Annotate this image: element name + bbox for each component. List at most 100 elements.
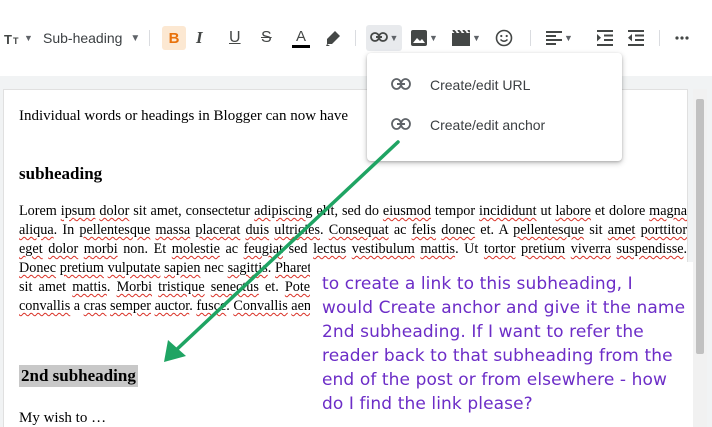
misspelled-word: lectus bbox=[313, 241, 347, 257]
link-button[interactable]: ▼ bbox=[366, 25, 402, 51]
outdent-icon bbox=[628, 30, 644, 46]
misspelled-word: massa bbox=[155, 222, 191, 238]
annotation-callout: to create a link to this subheading, I w… bbox=[310, 262, 693, 427]
image-button[interactable]: ▼ bbox=[411, 24, 438, 52]
toolbar-divider bbox=[530, 30, 531, 46]
indent-icon bbox=[597, 30, 613, 46]
misspelled-word: mattis bbox=[72, 279, 107, 295]
misspelled-word: mattis bbox=[420, 241, 456, 257]
more-icon bbox=[675, 36, 689, 40]
indent-button[interactable] bbox=[597, 24, 613, 52]
misspelled-word: sapien bbox=[164, 260, 201, 276]
video-button[interactable]: ▼ bbox=[452, 24, 481, 52]
toolbar-divider bbox=[355, 30, 356, 46]
misspelled-word: felis bbox=[411, 222, 437, 238]
menu-item-create-edit-url[interactable]: Create/edit URL bbox=[367, 65, 622, 105]
misspelled-word: eiusmod bbox=[382, 203, 431, 219]
underline-icon: U bbox=[229, 29, 241, 46]
misspelled-word: pretium bbox=[521, 241, 566, 257]
misspelled-word: convallis bbox=[19, 298, 71, 314]
chevron-down-icon: ▼ bbox=[389, 33, 399, 43]
intro-paragraph: Individual words or headings in Blogger … bbox=[19, 108, 349, 124]
outdent-button[interactable] bbox=[628, 24, 644, 52]
misspelled-word: tortor bbox=[483, 241, 516, 257]
scrollbar-thumb[interactable] bbox=[696, 99, 704, 354]
misspelled-word: eget bbox=[19, 241, 43, 257]
highlight-button[interactable] bbox=[324, 24, 342, 52]
font-size-button[interactable]: TT ▼ bbox=[4, 24, 33, 52]
misspelled-word: incididunt bbox=[479, 203, 537, 219]
misspelled-word: pellentesque bbox=[79, 222, 151, 238]
svg-text:T: T bbox=[13, 36, 19, 45]
misspelled-word: amet bbox=[607, 222, 636, 238]
heading-select-value: Sub-heading bbox=[43, 30, 123, 46]
text-color-button[interactable]: A bbox=[291, 24, 311, 52]
misspelled-word: semper bbox=[110, 298, 152, 314]
misspelled-word: porttitor bbox=[640, 222, 688, 238]
misspelled-word: aliqua bbox=[19, 222, 54, 238]
subheading-1: subheading bbox=[19, 164, 103, 183]
misspelled-word: vulputate bbox=[107, 260, 161, 276]
align-icon bbox=[546, 31, 562, 45]
subheading-2-selected: 2nd subheading bbox=[19, 365, 138, 387]
misspelled-word: tristique bbox=[158, 279, 205, 295]
link-dropdown-menu: Create/edit URL Create/edit anchor bbox=[367, 53, 622, 161]
toolbar-divider bbox=[149, 30, 150, 46]
menu-item-create-edit-anchor[interactable]: Create/edit anchor bbox=[367, 105, 622, 145]
misspelled-word: Convallis bbox=[233, 298, 288, 314]
text-color-swatch bbox=[292, 44, 310, 48]
misspelled-word: Donec bbox=[19, 260, 57, 276]
misspelled-word: adipiscing bbox=[254, 203, 313, 219]
italic-icon: I bbox=[196, 28, 203, 47]
link-icon bbox=[369, 29, 388, 47]
misspelled-word: placerat bbox=[195, 222, 241, 238]
heading-select[interactable]: Sub-heading ▼ bbox=[43, 24, 140, 52]
misspelled-word: Morbi bbox=[116, 279, 153, 295]
strikethrough-button[interactable]: S bbox=[261, 24, 272, 52]
misspelled-word: labore bbox=[555, 203, 591, 219]
link-icon bbox=[391, 77, 411, 95]
misspelled-word: auctor bbox=[154, 298, 190, 314]
more-button[interactable] bbox=[675, 24, 689, 52]
misspelled-word: dolor bbox=[48, 241, 79, 257]
chevron-down-icon: ▼ bbox=[564, 33, 573, 43]
align-button[interactable]: ▼ bbox=[546, 24, 573, 52]
chevron-down-icon: ▼ bbox=[429, 33, 438, 43]
misspelled-word: sagittis bbox=[227, 260, 268, 276]
misspelled-word: vestibulum bbox=[351, 241, 415, 257]
chevron-down-icon: ▼ bbox=[24, 33, 33, 43]
italic-button[interactable]: I bbox=[196, 24, 203, 52]
misspelled-word: dolor bbox=[99, 203, 130, 219]
chevron-down-icon: ▼ bbox=[472, 33, 481, 43]
misspelled-word: cras bbox=[83, 298, 107, 314]
menu-item-label: Create/edit anchor bbox=[430, 117, 546, 133]
misspelled-word: suspendisse bbox=[616, 241, 684, 257]
misspelled-word: ultricies bbox=[274, 222, 320, 238]
misspelled-word: feugiat bbox=[243, 241, 283, 257]
misspelled-word: fusce bbox=[196, 298, 227, 314]
misspelled-word: senectus bbox=[210, 279, 259, 295]
misspelled-word: pellentesque bbox=[513, 222, 585, 238]
text-color-icon: A bbox=[295, 27, 306, 45]
chevron-down-icon: ▼ bbox=[130, 32, 141, 44]
misspelled-word: pretium bbox=[59, 260, 104, 276]
trailing-paragraph: My wish to … bbox=[19, 410, 107, 426]
editor-scrollbar[interactable] bbox=[693, 89, 707, 427]
font-size-icon: TT bbox=[4, 31, 22, 45]
image-icon bbox=[411, 30, 427, 46]
misspelled-word: viverra bbox=[570, 241, 611, 257]
bold-icon: B bbox=[168, 29, 180, 47]
misspelled-word: donec bbox=[441, 222, 476, 238]
underline-button[interactable]: U bbox=[229, 24, 241, 52]
toolbar-divider bbox=[659, 30, 660, 46]
annotation-text: to create a link to this subheading, I w… bbox=[322, 274, 686, 414]
highlight-icon bbox=[324, 29, 342, 47]
emoji-button[interactable] bbox=[495, 24, 513, 52]
misspelled-word: molestie bbox=[171, 241, 220, 257]
misspelled-word: ipsum bbox=[60, 203, 96, 219]
video-icon bbox=[452, 30, 470, 46]
misspelled-word: morbi bbox=[83, 241, 118, 257]
menu-item-label: Create/edit URL bbox=[430, 77, 531, 93]
bold-button[interactable]: B bbox=[162, 26, 186, 50]
emoji-icon bbox=[495, 29, 513, 47]
